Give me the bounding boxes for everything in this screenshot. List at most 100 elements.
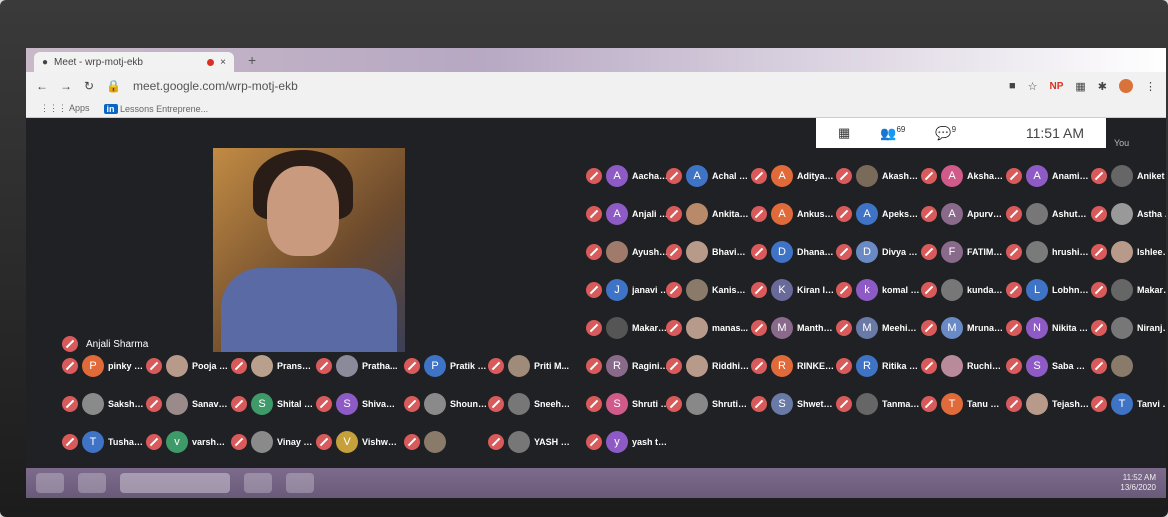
pinned-video[interactable] xyxy=(213,148,405,352)
participant-tile[interactable]: Shrutika... xyxy=(666,384,750,424)
participant-tile[interactable]: M Mantha... xyxy=(751,308,835,348)
participant-tile[interactable]: R Ritika Giri xyxy=(836,346,920,386)
participant-tile[interactable]: P Pratik B... xyxy=(404,346,488,386)
taskbar-app-chrome[interactable] xyxy=(120,473,230,493)
participant-tile[interactable]: A Akshata... xyxy=(921,156,1005,196)
participant-tile[interactable]: YASH K... xyxy=(488,422,572,462)
participant-tile[interactable]: Riddhi P... xyxy=(666,346,750,386)
participant-tile[interactable]: Ashutos... xyxy=(1006,194,1090,234)
participant-tile[interactable]: S Shivani ... xyxy=(316,384,400,424)
participant-tile[interactable]: hrushik... xyxy=(1006,232,1090,272)
participant-tile[interactable]: D Divya K... xyxy=(836,232,920,272)
menu-dots-icon[interactable]: ⋮ xyxy=(1145,80,1156,93)
participant-tile[interactable]: Sneeha... xyxy=(488,384,572,424)
participant-tile[interactable]: Ruchika... xyxy=(921,346,1005,386)
participant-tile[interactable] xyxy=(1091,346,1166,386)
participant-tile[interactable] xyxy=(404,422,488,462)
participant-tile[interactable]: Niranjan... xyxy=(1091,308,1166,348)
mic-off-icon xyxy=(1006,244,1022,260)
bookmark-apps[interactable]: ⋮⋮⋮ Apps xyxy=(40,103,90,114)
participant-tile[interactable]: S Shital D... xyxy=(231,384,315,424)
mic-off-icon xyxy=(666,396,682,412)
participant-tile[interactable]: M Meehir ... xyxy=(836,308,920,348)
participant-tile[interactable]: Akash N... xyxy=(836,156,920,196)
participant-tile[interactable]: A Aachal ... xyxy=(586,156,670,196)
participants-button[interactable]: 👥69 xyxy=(880,125,905,141)
camera-icon[interactable]: ■ xyxy=(1009,80,1016,92)
screen: ● Meet - wrp-motj-ekb × + ← → ↻ 🔒 meet.g… xyxy=(26,48,1166,498)
participant-tile[interactable]: V Vishwes... xyxy=(316,422,400,462)
participant-tile[interactable]: Jjanavi b... xyxy=(586,270,670,310)
taskbar-app-ie[interactable] xyxy=(244,473,272,493)
start-button[interactable] xyxy=(36,473,64,493)
participant-tile[interactable]: y yash ta... xyxy=(586,422,670,462)
participant-tile[interactable]: M Mrunal ... xyxy=(921,308,1005,348)
participant-tile[interactable]: A Achal M... xyxy=(666,156,750,196)
participant-tile[interactable]: Sanavi B... xyxy=(146,384,230,424)
participant-tile[interactable]: A Anamik... xyxy=(1006,156,1090,196)
linkedin-icon: in xyxy=(103,103,118,114)
participant-tile[interactable]: k komal b... xyxy=(836,270,920,310)
participant-tile[interactable]: S Saba Kh... xyxy=(1006,346,1090,386)
participant-tile[interactable]: T Tanvi C... xyxy=(1091,384,1166,424)
bookmark-lessons[interactable]: in Lessons Entreprene... xyxy=(103,103,208,114)
participant-tile[interactable]: Pranshu... xyxy=(231,346,315,386)
participant-avatar: T xyxy=(941,393,963,415)
participant-tile[interactable]: D Dhanas... xyxy=(751,232,835,272)
participant-tile[interactable]: Tejashr... xyxy=(1006,384,1090,424)
participant-tile[interactable]: Ayushi ... xyxy=(586,232,670,272)
participant-tile[interactable]: A Aditya B... xyxy=(751,156,835,196)
puzzle-icon[interactable]: ✱ xyxy=(1098,80,1107,93)
participant-tile[interactable]: A Apurva ... xyxy=(921,194,1005,234)
participant-tile[interactable]: Tanmay... xyxy=(836,384,920,424)
participant-tile[interactable]: Makara... xyxy=(586,308,670,348)
taskbar-app-folder[interactable] xyxy=(286,473,314,493)
url-field[interactable]: meet.google.com/wrp-motj-ekb xyxy=(133,79,298,93)
participant-tile[interactable]: Vinay Te... xyxy=(231,422,315,462)
system-tray[interactable]: 11:52 AM 13/6/2020 xyxy=(1120,473,1156,493)
reload-icon[interactable]: ↻ xyxy=(84,79,94,93)
profile-avatar[interactable] xyxy=(1119,79,1133,93)
participant-tile[interactable]: Ishleen ... xyxy=(1091,232,1166,272)
extension-np[interactable]: NP xyxy=(1049,81,1063,92)
participant-tile[interactable]: R Ragini K... xyxy=(586,346,670,386)
close-tab-icon[interactable]: × xyxy=(220,57,226,68)
participant-tile[interactable]: kundan ... xyxy=(921,270,1005,310)
participant-tile[interactable]: T Tushar ... xyxy=(62,422,146,462)
grid-layout-icon[interactable]: ▦ xyxy=(838,125,850,141)
participant-tile[interactable]: Aniket xyxy=(1091,156,1166,196)
participant-tile[interactable]: manas... xyxy=(666,308,750,348)
participant-tile[interactable]: N Nikita K... xyxy=(1006,308,1090,348)
new-tab-button[interactable]: + xyxy=(248,52,256,68)
participant-tile[interactable]: Pooja M... xyxy=(146,346,230,386)
participant-tile[interactable]: A Ankush ... xyxy=(751,194,835,234)
chat-button[interactable]: 💬9 xyxy=(935,125,956,141)
participant-tile[interactable]: Astha M... xyxy=(1091,194,1166,234)
participant-name: Pratha... xyxy=(362,361,398,371)
star-icon[interactable]: ☆ xyxy=(1028,80,1038,93)
participant-tile[interactable]: F FATIMA ... xyxy=(921,232,1005,272)
participant-tile[interactable]: R RINKES... xyxy=(751,346,835,386)
extension-icon[interactable]: ▦ xyxy=(1075,80,1085,93)
participant-tile[interactable]: Kanishk... xyxy=(666,270,750,310)
participant-tile[interactable]: Pratha... xyxy=(316,346,400,386)
tab-meet[interactable]: ● Meet - wrp-motj-ekb × xyxy=(34,52,234,72)
participant-tile[interactable]: Bhavika ... xyxy=(666,232,750,272)
participant-tile[interactable]: v varsha ... xyxy=(146,422,230,462)
participant-tile[interactable]: Ppinky m... xyxy=(62,346,146,386)
back-icon[interactable]: ← xyxy=(36,79,48,93)
participant-tile[interactable]: Ankita S... xyxy=(666,194,750,234)
participant-tile[interactable]: L Lobhna ... xyxy=(1006,270,1090,310)
participant-tile[interactable]: K Kiran In... xyxy=(751,270,835,310)
participant-tile[interactable]: Sakshi ... xyxy=(62,384,146,424)
forward-icon[interactable]: → xyxy=(60,79,72,93)
taskbar-app-files[interactable] xyxy=(78,473,106,493)
participant-tile[interactable]: S Shweta ... xyxy=(751,384,835,424)
participant-tile[interactable]: A Anjali K... xyxy=(586,194,670,234)
participant-tile[interactable]: Shouna... xyxy=(404,384,488,424)
participant-tile[interactable]: S Shruti T... xyxy=(586,384,670,424)
participant-tile[interactable]: T Tanu Bo... xyxy=(921,384,1005,424)
participant-tile[interactable]: A Apeksh... xyxy=(836,194,920,234)
participant-tile[interactable]: Makara... xyxy=(1091,270,1166,310)
participant-tile[interactable]: Priti M... xyxy=(488,346,572,386)
